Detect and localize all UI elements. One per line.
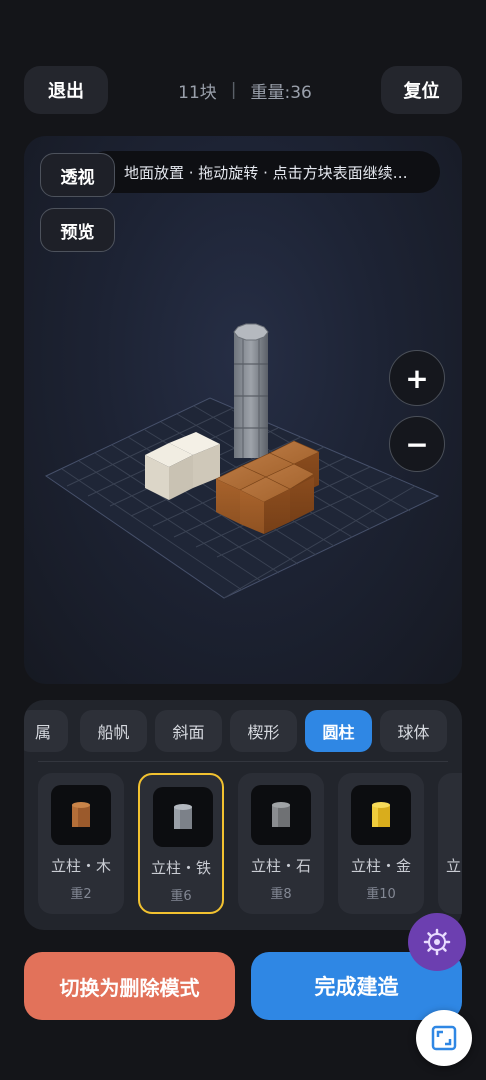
- frame-corner-fab[interactable]: [416, 1010, 472, 1066]
- hint-banner: 地面放置 · 拖动旋转 · 点击方块表面继续…: [86, 151, 440, 193]
- tab-sphere[interactable]: 球体: [380, 710, 447, 752]
- item-card-wood-pillar[interactable]: 立柱・木 重2: [38, 773, 124, 914]
- build-stats: 11块 | 重量:36: [120, 66, 370, 114]
- tab-slope[interactable]: 斜面: [155, 710, 222, 752]
- total-weight: 重量:36: [250, 82, 312, 103]
- tab-metal[interactable]: 属: [24, 710, 68, 752]
- item-name: 立柱・木: [50, 857, 111, 875]
- build-viewport[interactable]: 地面放置 · 拖动旋转 · 点击方块表面继续… 透视 预览 + −: [24, 136, 462, 684]
- pillar-icon: [372, 802, 390, 827]
- item-weight: 重2: [70, 887, 92, 902]
- item-name: 立柱・石: [250, 857, 311, 875]
- iron-column[interactable]: [233, 323, 269, 458]
- block-count: 11块: [178, 82, 217, 103]
- stone-pillar-thumbnail: [251, 785, 311, 845]
- perspective-button[interactable]: 透视: [40, 153, 115, 197]
- item-card-partial[interactable]: 立: [438, 773, 462, 914]
- item-card-stone-pillar[interactable]: 立柱・石 重8: [238, 773, 324, 914]
- reset-button[interactable]: 复位: [381, 66, 462, 114]
- item-name: 立柱・铁: [150, 859, 211, 877]
- item-weight: 重6: [170, 889, 192, 904]
- item-name: 立: [446, 857, 462, 875]
- tab-sail[interactable]: 船帆: [80, 710, 147, 752]
- wood-pillar-thumbnail: [51, 785, 111, 845]
- item-card-iron-pillar[interactable]: 立柱・铁 重6: [138, 773, 224, 914]
- pillar-icon: [72, 802, 90, 827]
- stats-divider: |: [230, 80, 237, 100]
- tab-wedge[interactable]: 楔形: [230, 710, 297, 752]
- item-name: 立柱・金: [350, 857, 411, 875]
- tab-cylinder[interactable]: 圆柱: [305, 710, 372, 752]
- palette-divider: [38, 761, 448, 762]
- pillar-icon: [174, 804, 192, 829]
- delete-mode-button[interactable]: 切换为删除模式: [24, 952, 235, 1020]
- zoom-in-button[interactable]: +: [389, 350, 445, 406]
- exit-button[interactable]: 退出: [24, 66, 108, 114]
- iron-pillar-thumbnail: [153, 787, 213, 847]
- settings-fab[interactable]: [408, 913, 466, 971]
- category-tabs: 属 船帆 斜面 楔形 圆柱 球体: [24, 710, 462, 754]
- item-card-gold-pillar[interactable]: 立柱・金 重10: [338, 773, 424, 914]
- frame-corner-icon: [431, 1025, 457, 1051]
- block-palette: 属 船帆 斜面 楔形 圆柱 球体 立柱・木 重2 立柱・铁 重6 立柱・石 重8…: [24, 700, 462, 930]
- pillar-icon: [272, 802, 290, 827]
- item-weight: 重10: [366, 887, 396, 902]
- gold-pillar-thumbnail: [351, 785, 411, 845]
- item-weight: 重8: [270, 887, 292, 902]
- gear-icon: [423, 928, 451, 956]
- zoom-out-button[interactable]: −: [389, 416, 445, 472]
- preview-button[interactable]: 预览: [40, 208, 115, 252]
